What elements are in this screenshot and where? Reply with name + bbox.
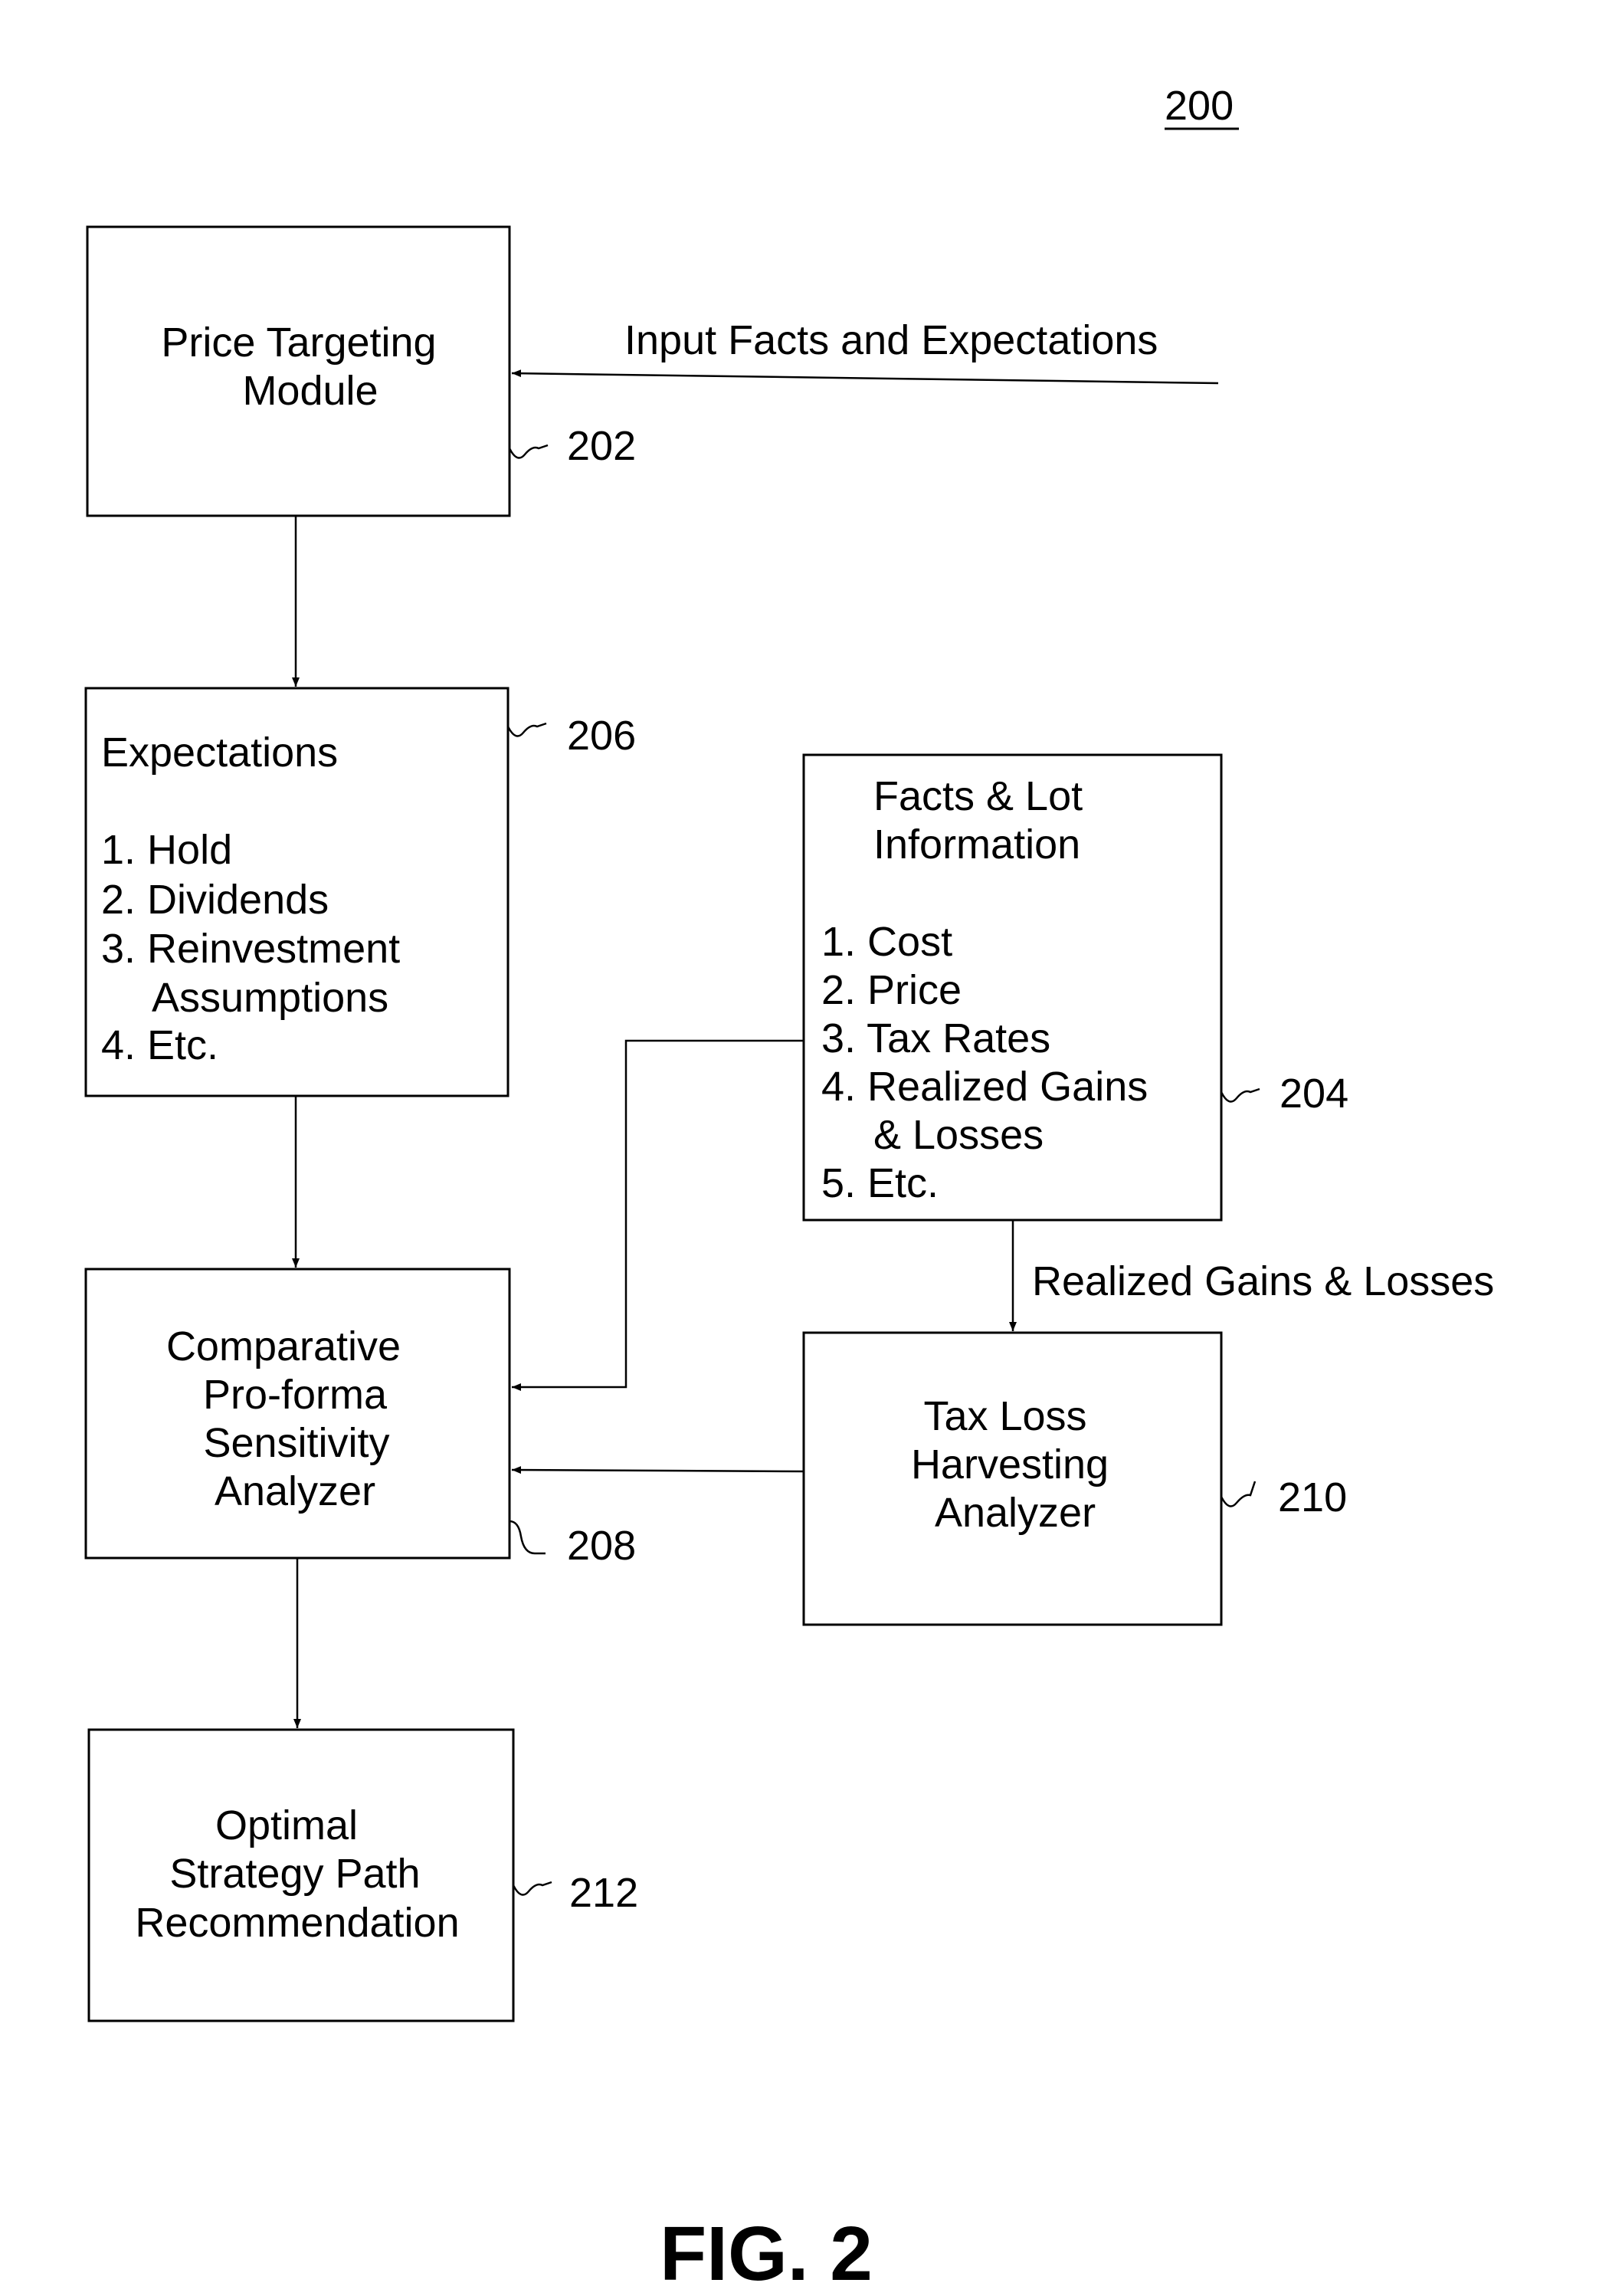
- facts-lot-item-4: 4. Realized Gains: [821, 1064, 1148, 1110]
- figure-number: 200: [1165, 83, 1234, 129]
- arrow-204-to-208: [512, 1039, 804, 1391]
- ref-212: 212: [569, 1870, 638, 1916]
- tax-loss-line-3: Analyzer: [935, 1490, 1096, 1536]
- facts-lot-item-1: 1. Cost: [821, 919, 952, 965]
- ref-leader-202: [508, 444, 549, 459]
- block-facts-lot: Facts & Lot Information 1. Cost 2. Price…: [802, 753, 1348, 1222]
- facts-lot-item-3: 3. Tax Rates: [821, 1015, 1050, 1061]
- ref-208: 208: [567, 1523, 636, 1569]
- ref-202: 202: [567, 423, 636, 469]
- comparative-line-2: Pro-forma: [203, 1372, 388, 1418]
- ref-leader-208: [509, 1520, 546, 1555]
- optimal-line-2: Strategy Path: [169, 1851, 420, 1897]
- expectations-title: Expectations: [101, 730, 338, 776]
- realized-gains-label: Realized Gains & Losses: [1032, 1258, 1494, 1304]
- ref-206: 206: [567, 713, 636, 759]
- optimal-line-3: Recommendation: [135, 1900, 459, 1946]
- expectations-item-1: 1. Hold: [101, 827, 232, 873]
- facts-lot-title-1: Facts & Lot: [873, 773, 1083, 819]
- expectations-item-3-cont: Assumptions: [152, 975, 388, 1021]
- flow-diagram: 200 Price Targeting Module 202 Input Fac…: [84, 83, 1494, 2296]
- optimal-line-1: Optimal: [215, 1802, 358, 1848]
- block-optimal: Optimal Strategy Path Recommendation 212: [87, 1728, 638, 2022]
- ref-210: 210: [1278, 1474, 1347, 1520]
- figure-caption: FIG. 2: [660, 2211, 873, 2296]
- expectations-item-2: 2. Dividends: [101, 877, 329, 923]
- block-tax-loss: Tax Loss Harvesting Analyzer 210: [802, 1331, 1347, 1626]
- price-targeting-line-2: Module: [242, 368, 378, 414]
- facts-lot-item-2: 2. Price: [821, 967, 962, 1013]
- ref-leader-210: [1220, 1481, 1257, 1507]
- expectations-item-3: 3. Reinvestment: [101, 926, 400, 972]
- expectations-item-4: 4. Etc.: [101, 1022, 218, 1068]
- arrow-210-to-208: [511, 1466, 804, 1474]
- facts-lot-item-4-cont: & Losses: [873, 1112, 1044, 1158]
- facts-lot-item-5: 5. Etc.: [821, 1160, 939, 1206]
- price-targeting-line-1: Price Targeting: [161, 320, 436, 366]
- input-arrow: [511, 369, 1219, 385]
- tax-loss-line-1: Tax Loss: [923, 1393, 1086, 1439]
- comparative-line-1: Comparative: [166, 1323, 401, 1369]
- comparative-line-4: Analyzer: [215, 1468, 375, 1514]
- block-price-targeting: Price Targeting Module 202: [86, 225, 636, 517]
- ref-leader-206: [506, 722, 547, 737]
- block-expectations: Expectations 1. Hold 2. Dividends 3. Rei…: [84, 687, 636, 1097]
- input-label: Input Facts and Expectations: [624, 317, 1158, 363]
- block-comparative: Comparative Pro-forma Sensitivity Analyz…: [84, 1268, 636, 1569]
- tax-loss-line-2: Harvesting: [911, 1442, 1109, 1487]
- ref-leader-212: [512, 1881, 552, 1896]
- ref-204: 204: [1280, 1071, 1348, 1117]
- facts-lot-title-2: Information: [873, 822, 1080, 868]
- comparative-line-3: Sensitivity: [203, 1420, 389, 1466]
- ref-leader-204: [1220, 1087, 1260, 1103]
